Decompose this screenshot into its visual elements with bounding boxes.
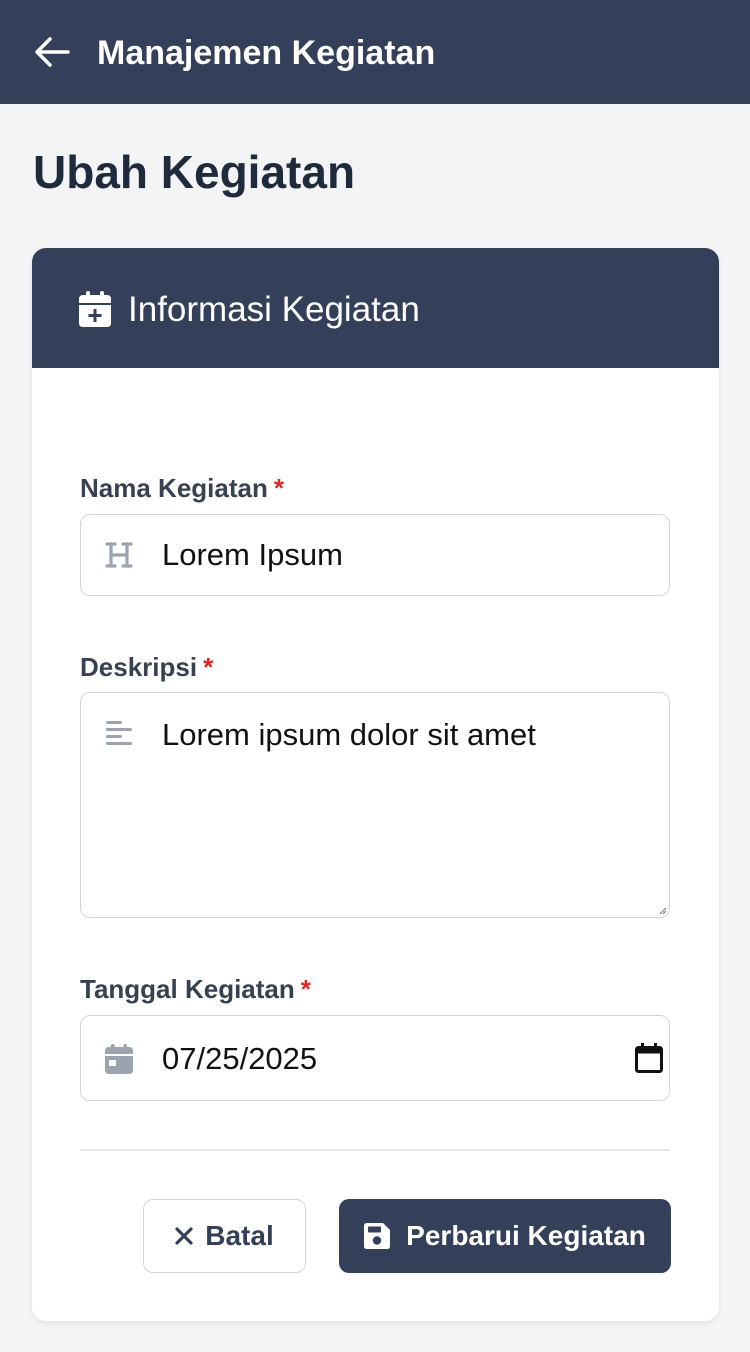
name-label-text: Nama Kegiatan	[80, 473, 268, 503]
app-header: Manajemen Kegiatan	[0, 0, 750, 104]
activity-name-value: Lorem Ipsum	[162, 537, 343, 572]
date-field-label: Tanggal Kegiatan *	[80, 973, 311, 1005]
activity-form-card: Informasi Kegiatan Nama Kegiatan * Lorem …	[32, 248, 719, 1321]
align-left-icon	[103, 717, 135, 749]
required-mark: *	[203, 652, 214, 682]
heading-icon	[103, 539, 135, 571]
required-mark: *	[300, 974, 311, 1004]
date-label-text: Tanggal Kegiatan	[80, 974, 295, 1004]
card-header-title: Informasi Kegiatan	[128, 290, 420, 329]
card-header: Informasi Kegiatan	[32, 248, 719, 368]
activity-date-input[interactable]: 07/25/2025	[80, 1015, 670, 1101]
description-value: Lorem ipsum dolor sit amet	[162, 717, 536, 752]
activity-name-input[interactable]: Lorem Ipsum	[80, 514, 670, 596]
name-field-label: Nama Kegiatan *	[80, 472, 284, 504]
app-title: Manajemen Kegiatan	[97, 34, 436, 72]
close-icon	[175, 1227, 193, 1245]
calendar-plus-icon	[79, 291, 111, 327]
description-label-text: Deskripsi	[80, 652, 198, 682]
calendar-picker-icon	[635, 1043, 663, 1073]
save-icon	[364, 1223, 391, 1249]
back-button[interactable]	[30, 34, 74, 70]
update-button-label: Perbarui Kegiatan	[406, 1220, 646, 1251]
required-mark: *	[273, 473, 284, 503]
description-field-label: Deskripsi *	[80, 651, 213, 683]
cancel-button[interactable]: Batal	[143, 1199, 306, 1273]
resize-grip-icon[interactable]	[659, 907, 667, 915]
activity-date-value: 07/25/2025	[162, 1041, 318, 1076]
page-title: Ubah Kegiatan	[33, 146, 356, 198]
calendar-picker-button[interactable]	[635, 1043, 663, 1073]
calendar-icon	[103, 1043, 135, 1075]
description-textarea[interactable]: Lorem ipsum dolor sit amet	[80, 692, 670, 918]
cancel-button-label: Batal	[205, 1220, 274, 1251]
form-divider	[80, 1149, 670, 1151]
update-activity-button[interactable]: Perbarui Kegiatan	[339, 1199, 671, 1273]
arrow-left-icon	[35, 37, 70, 67]
